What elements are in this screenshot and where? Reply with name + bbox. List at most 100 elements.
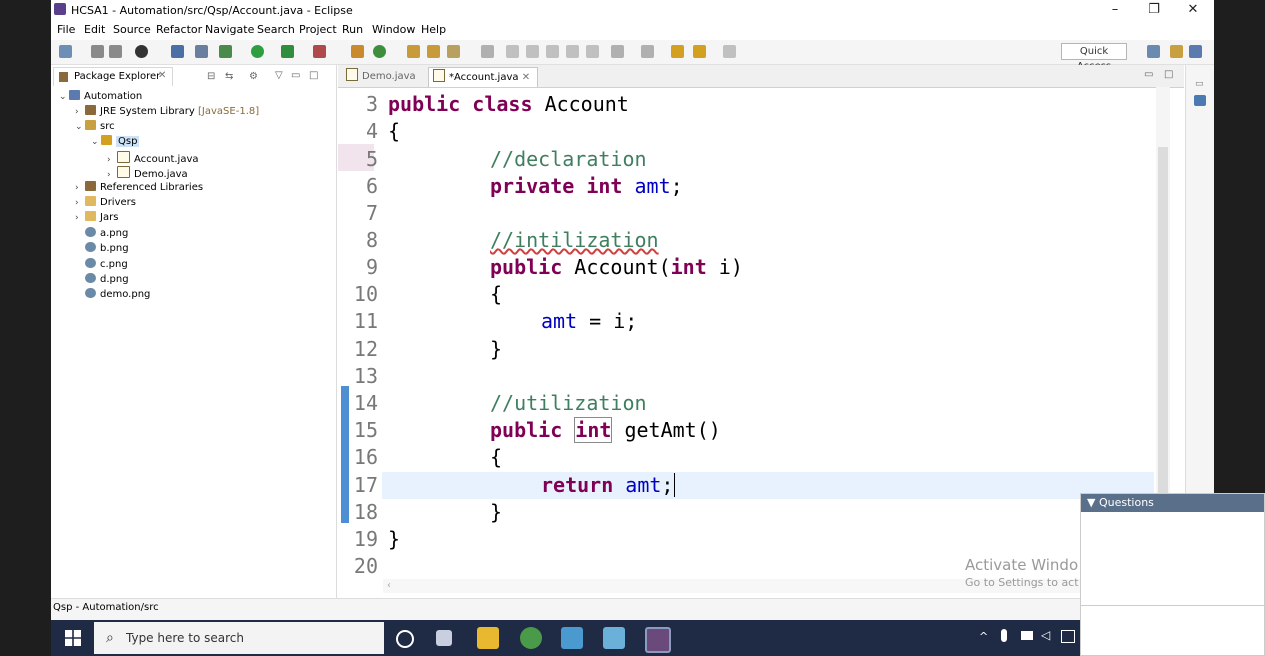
code-area[interactable]: 3 4 5 6 7 8 9 10 11 12 13 14 15 16 17 18…	[338, 87, 1184, 578]
chevron-right-icon[interactable]: ›	[75, 107, 85, 117]
prev-annotation-icon[interactable]	[641, 45, 654, 58]
tree-item-referenced-libraries[interactable]: › Referenced Libraries	[75, 181, 203, 196]
chevron-right-icon[interactable]: ›	[107, 170, 117, 180]
new-java-project-icon[interactable]	[351, 45, 364, 58]
file-explorer-icon[interactable]	[477, 627, 499, 649]
external-tools-icon[interactable]	[313, 45, 326, 58]
tree-item-src[interactable]: ⌄ src	[75, 120, 115, 135]
link-editor-icon[interactable]: ⇆	[225, 71, 233, 82]
menu-edit[interactable]: Edit	[84, 23, 105, 36]
task-view-icon[interactable]	[436, 630, 452, 646]
tree-item-demo-png[interactable]: demo.png	[85, 288, 150, 303]
close-icon[interactable]: ✕	[522, 72, 530, 83]
minimize-button[interactable]: –	[1095, 0, 1135, 21]
tree-item-demo-java[interactable]: › Demo.java	[107, 166, 188, 181]
maximize-view-icon[interactable]: □	[1164, 69, 1173, 80]
java-ee-perspective-icon[interactable]	[1170, 45, 1183, 58]
snowflake-app-icon[interactable]	[561, 627, 583, 649]
run-icon[interactable]	[251, 45, 264, 58]
coverage-icon[interactable]	[281, 45, 294, 58]
tree-item-jre-library[interactable]: › JRE System Library [JavaSE-1.8]	[75, 105, 259, 120]
menu-project[interactable]: Project	[299, 23, 337, 36]
console-icon[interactable]	[171, 45, 184, 58]
new-icon[interactable]	[59, 45, 72, 58]
line-number: 8	[365, 228, 378, 252]
next-annotation-icon[interactable]	[611, 45, 624, 58]
maximize-view-icon[interactable]: □	[309, 70, 318, 81]
collapse-all-icon[interactable]: ⊟	[207, 71, 215, 82]
menu-run[interactable]: Run	[342, 23, 363, 36]
chevron-down-icon[interactable]: ⌄	[59, 92, 69, 102]
package-explorer-tab[interactable]: Package Explorer ✕	[53, 67, 173, 86]
show-whitespace-icon[interactable]	[566, 45, 579, 58]
notes-app-icon[interactable]	[603, 627, 625, 649]
tree-item-b-png[interactable]: b.png	[85, 242, 129, 257]
quick-access-field[interactable]: Quick Access	[1061, 43, 1127, 72]
tree-item-d-png[interactable]: d.png	[85, 273, 129, 288]
notification-icon[interactable]	[1061, 630, 1075, 643]
mark-occurrences-icon[interactable]	[506, 45, 519, 58]
tab-account-java[interactable]: *Account.java ✕	[428, 67, 538, 87]
word-wrap-icon[interactable]	[546, 45, 559, 58]
menu-window[interactable]: Window	[372, 23, 415, 36]
tree-item-qsp[interactable]: ⌄ Qsp	[91, 135, 140, 150]
tree-item-a-png[interactable]: a.png	[85, 227, 128, 242]
chevron-right-icon[interactable]: ›	[75, 183, 85, 193]
debug-icon[interactable]	[219, 45, 232, 58]
close-button[interactable]: ✕	[1173, 0, 1213, 21]
tree-item-jars[interactable]: › Jars	[75, 211, 118, 226]
chevron-down-icon[interactable]: ▽	[275, 70, 283, 81]
paragraph-icon[interactable]	[586, 45, 599, 58]
open-perspective-icon[interactable]	[1147, 45, 1160, 58]
chevron-right-icon[interactable]: ›	[75, 198, 85, 208]
back-icon[interactable]	[693, 45, 706, 58]
chevron-down-icon[interactable]: ⌄	[91, 137, 101, 147]
view-menu-icon[interactable]: ⚙	[249, 71, 258, 82]
open-type-icon[interactable]	[407, 45, 420, 58]
save-all-icon[interactable]	[109, 45, 122, 58]
volume-icon[interactable]: ◁	[1041, 628, 1050, 642]
annotation-icon[interactable]	[481, 45, 494, 58]
menu-source[interactable]: Source	[113, 23, 151, 36]
toggle-icon[interactable]	[195, 45, 208, 58]
menu-refactor[interactable]: Refactor	[156, 23, 202, 36]
tree-item-automation[interactable]: ⌄ Automation	[59, 90, 142, 105]
chevron-right-icon[interactable]: ›	[75, 213, 85, 223]
chevron-down-icon[interactable]: ⌄	[75, 122, 85, 132]
tree-item-drivers[interactable]: › Drivers	[75, 196, 136, 211]
chevron-left-icon[interactable]: ‹	[387, 580, 391, 591]
forward-icon[interactable]	[723, 45, 736, 58]
last-edit-icon[interactable]	[671, 45, 684, 58]
maximize-button[interactable]: ❐	[1134, 0, 1174, 21]
chevron-up-icon[interactable]: ^	[979, 630, 988, 643]
questions-panel-header[interactable]: ▼ Questions	[1081, 494, 1264, 512]
block-selection-icon[interactable]	[526, 45, 539, 58]
menu-file[interactable]: File	[57, 23, 75, 36]
outline-view-icon[interactable]	[1194, 95, 1206, 106]
menu-navigate[interactable]: Navigate	[205, 23, 254, 36]
menu-help[interactable]: Help	[421, 23, 446, 36]
microphone-icon[interactable]	[1001, 629, 1007, 642]
tree-item-account-java[interactable]: › Account.java	[107, 151, 199, 166]
cortana-icon[interactable]	[396, 630, 414, 648]
skip-breakpoints-icon[interactable]	[135, 45, 148, 58]
close-icon[interactable]: ✕	[158, 70, 166, 81]
restore-icon[interactable]: ▭	[1195, 79, 1204, 89]
minimize-view-icon[interactable]: ▭	[291, 70, 300, 81]
search-tool-icon[interactable]	[447, 45, 460, 58]
new-class-icon[interactable]	[373, 45, 386, 58]
taskbar-search[interactable]: ⌕ Type here to search	[94, 622, 384, 654]
network-icon[interactable]	[1021, 631, 1033, 640]
tab-demo-java[interactable]: Demo.java	[342, 67, 428, 86]
java-perspective-icon[interactable]	[1189, 45, 1202, 58]
chevron-right-icon[interactable]: ›	[107, 155, 117, 165]
menu-search[interactable]: Search	[257, 23, 295, 36]
open-folder-icon[interactable]	[427, 45, 440, 58]
save-icon[interactable]	[91, 45, 104, 58]
chrome-icon[interactable]	[520, 627, 542, 649]
code-line: {	[490, 282, 503, 306]
tree-item-c-png[interactable]: c.png	[85, 258, 128, 273]
windows-start-icon[interactable]	[65, 630, 81, 646]
minimize-view-icon[interactable]: ▭	[1144, 69, 1153, 80]
eclipse-taskbar-icon[interactable]	[645, 627, 671, 653]
